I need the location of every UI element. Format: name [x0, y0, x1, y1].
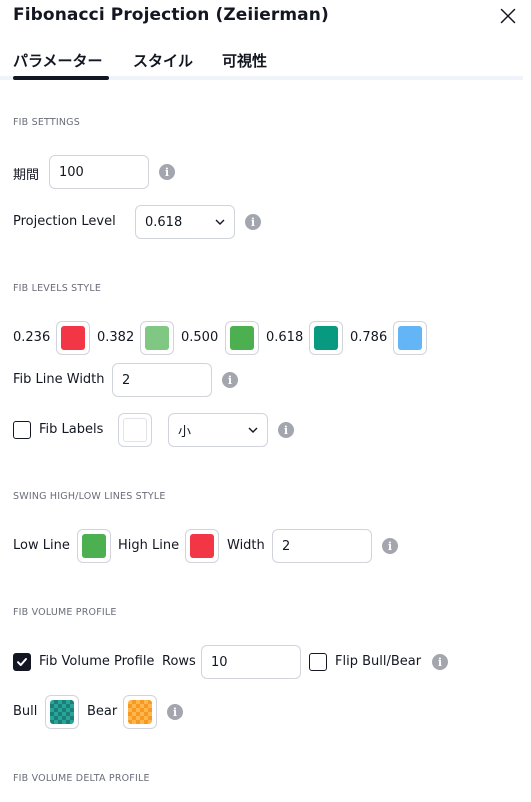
fib-line-width-input[interactable]: 2 — [112, 363, 212, 397]
bear-color-swatch — [128, 700, 152, 724]
level-0786-color-button[interactable] — [393, 321, 427, 355]
bull-color-button[interactable] — [45, 695, 79, 729]
high-line-label: High Line — [118, 538, 180, 553]
bear-color-button[interactable] — [123, 695, 157, 729]
level-0236-color-swatch — [61, 326, 85, 350]
close-button[interactable] — [496, 4, 520, 28]
level-0500-color-button[interactable] — [225, 321, 259, 355]
fib-labels-color-swatch — [123, 418, 147, 442]
low-line-color-button[interactable] — [77, 529, 111, 563]
fib-volume-profile-checkbox[interactable] — [13, 653, 31, 671]
tab-style[interactable]: スタイル — [133, 50, 193, 71]
projection-level-label: Projection Level — [13, 214, 116, 229]
low-line-color-swatch — [82, 534, 106, 558]
low-line-label: Low Line — [13, 538, 70, 553]
level-0500-label: 0.500 — [181, 330, 219, 345]
tab-parameters[interactable]: パラメーター — [13, 50, 103, 71]
level-0236-label: 0.236 — [13, 330, 51, 345]
close-icon — [500, 8, 516, 24]
bear-label: Bear — [87, 704, 118, 719]
level-0786-label: 0.786 — [350, 330, 388, 345]
bull-color-swatch — [50, 700, 74, 724]
fib-labels-color-button[interactable] — [118, 413, 152, 447]
level-0786-color-swatch — [398, 326, 422, 350]
projection-info-icon[interactable]: i — [245, 214, 261, 230]
section-swing-lines-style: SWING HIGH/LOW LINES STYLE — [13, 491, 166, 502]
level-0236-color-button[interactable] — [56, 321, 90, 355]
rows-input[interactable]: 10 — [201, 645, 301, 679]
chevron-down-icon — [248, 427, 258, 433]
period-input[interactable]: 100 — [49, 155, 149, 189]
dialog-header: Fibonacci Projection (Zeiierman) — [0, 0, 531, 34]
level-0382-color-swatch — [145, 326, 169, 350]
level-0618-color-swatch — [314, 326, 338, 350]
fib-line-width-info-icon[interactable]: i — [222, 372, 238, 388]
tab-visibility[interactable]: 可視性 — [222, 50, 267, 71]
swing-width-label: Width — [227, 538, 265, 553]
swing-width-info-icon[interactable]: i — [382, 538, 398, 554]
section-fib-levels-style: FIB LEVELS STYLE — [13, 283, 102, 294]
section-fib-volume-delta-profile: FIB VOLUME DELTA PROFILE — [13, 773, 150, 784]
fib-labels-label: Fib Labels — [39, 422, 104, 437]
period-label: 期間 — [13, 168, 40, 183]
fib-labels-info-icon[interactable]: i — [278, 422, 294, 438]
flip-bull-bear-label: Flip Bull/Bear — [335, 654, 422, 669]
level-0382-label: 0.382 — [97, 330, 135, 345]
high-line-color-button[interactable] — [185, 529, 219, 563]
checkmark-icon — [17, 658, 27, 666]
rows-label: Rows — [162, 654, 196, 669]
level-0500-color-swatch — [230, 326, 254, 350]
tab-bar: パラメーター スタイル 可視性 — [0, 44, 531, 82]
fib-volume-profile-info-icon[interactable]: i — [432, 654, 448, 670]
bull-bear-info-icon[interactable]: i — [167, 704, 183, 720]
high-line-color-swatch — [190, 534, 214, 558]
level-0618-color-button[interactable] — [309, 321, 343, 355]
bull-label: Bull — [13, 704, 38, 719]
fib-labels-checkbox[interactable] — [13, 421, 31, 439]
dialog-title: Fibonacci Projection (Zeiierman) — [13, 5, 329, 25]
projection-level-select[interactable]: 0.618 — [135, 205, 235, 239]
fib-labels-size-select[interactable]: 小 — [168, 413, 268, 447]
fib-labels-size-value: 小 — [178, 424, 192, 440]
level-0618-label: 0.618 — [266, 330, 304, 345]
flip-bull-bear-checkbox[interactable] — [309, 653, 327, 671]
section-fib-settings: FIB SETTINGS — [13, 117, 80, 128]
fib-volume-profile-label: Fib Volume Profile — [39, 654, 155, 669]
level-0382-color-button[interactable] — [140, 321, 174, 355]
projection-level-value: 0.618 — [145, 214, 183, 230]
chevron-down-icon — [215, 219, 225, 225]
swing-width-input[interactable]: 2 — [272, 529, 372, 563]
period-info-icon[interactable]: i — [159, 164, 175, 180]
fib-line-width-label: Fib Line Width — [13, 372, 105, 387]
active-tab-indicator — [13, 76, 109, 80]
section-fib-volume-profile: FIB VOLUME PROFILE — [13, 607, 117, 618]
